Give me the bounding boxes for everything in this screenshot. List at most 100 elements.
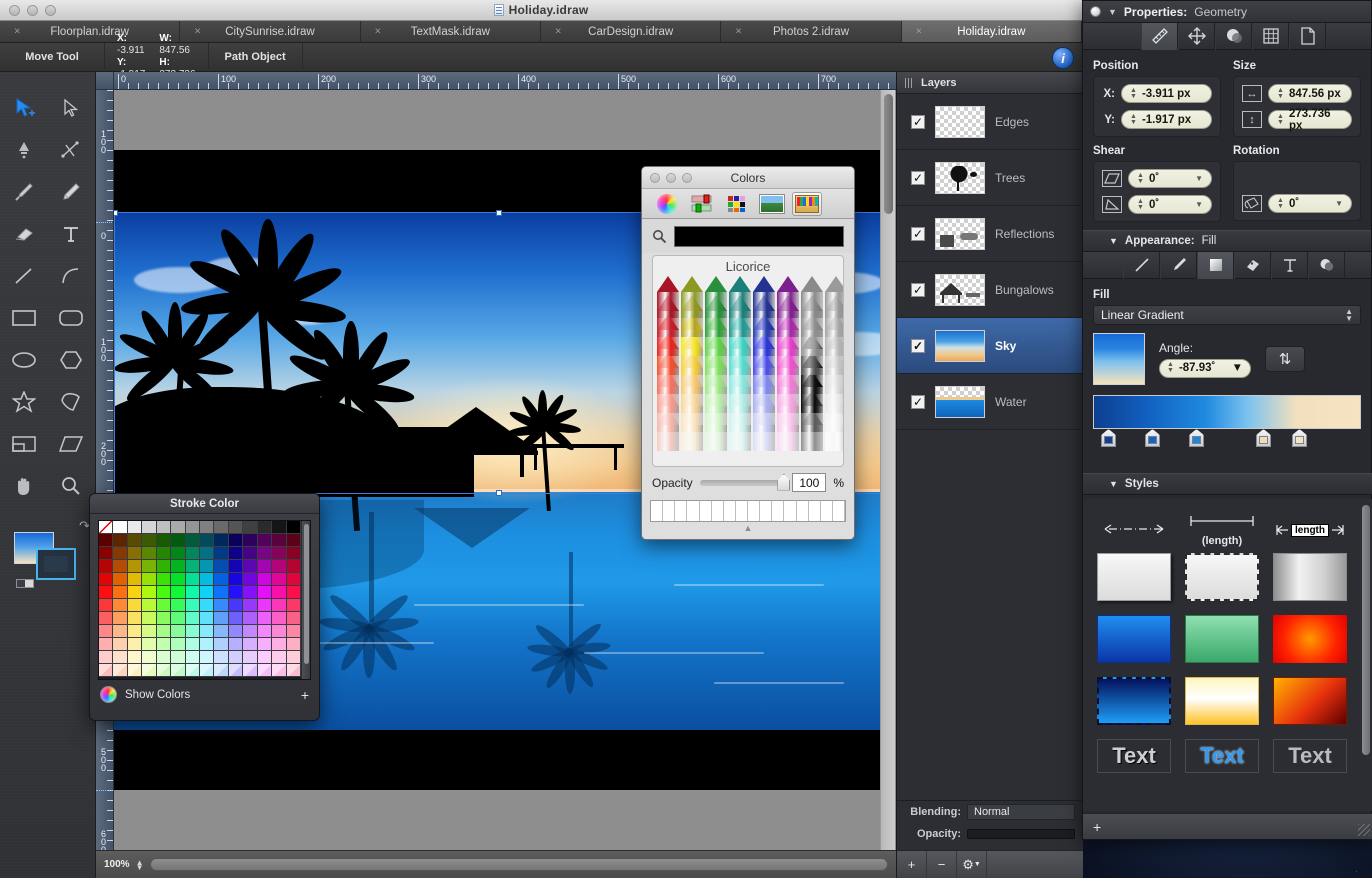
- layer-visibility-checkbox[interactable]: ✓: [911, 339, 925, 353]
- swatch-gray[interactable]: [186, 521, 200, 534]
- swatch-color[interactable]: [142, 573, 156, 586]
- swatch-color[interactable]: [142, 625, 156, 638]
- swatch-color[interactable]: [113, 547, 127, 560]
- swatch-gray[interactable]: [113, 521, 127, 534]
- swatch-color[interactable]: [157, 586, 171, 599]
- swatch-cell[interactable]: [736, 501, 748, 521]
- window-controls[interactable]: [9, 5, 56, 16]
- crayon-swatch[interactable]: [753, 276, 775, 318]
- swatch-color[interactable]: [128, 573, 142, 586]
- grid-icon[interactable]: [1252, 23, 1289, 50]
- collapse-triangle-icon[interactable]: ▼: [1109, 236, 1118, 246]
- swatch-color[interactable]: [171, 599, 185, 612]
- gradient-bar[interactable]: [1093, 395, 1361, 429]
- color-wheel-icon[interactable]: [652, 192, 682, 216]
- swatch-color[interactable]: [229, 599, 243, 612]
- crayons-icon[interactable]: [792, 192, 822, 216]
- position-y-input[interactable]: ▲ ▼ -1.917 px: [1121, 110, 1212, 129]
- zoom-tool-button[interactable]: [48, 470, 96, 502]
- swatch-color[interactable]: [229, 612, 243, 625]
- style-dimension-labeled[interactable]: length: [1273, 523, 1347, 537]
- swatch-color[interactable]: [258, 612, 272, 625]
- layer-visibility-checkbox[interactable]: ✓: [911, 171, 925, 185]
- swatch-color[interactable]: [128, 612, 142, 625]
- swatch-color[interactable]: [200, 547, 214, 560]
- selection-handle[interactable]: [496, 210, 502, 216]
- swatch-color[interactable]: [200, 651, 214, 664]
- selection-handle[interactable]: [114, 210, 118, 216]
- layer-visibility-checkbox[interactable]: ✓: [911, 283, 925, 297]
- styles-section-header[interactable]: ▼ Styles: [1083, 473, 1372, 495]
- swatch-none[interactable]: [99, 521, 113, 534]
- swatch-color[interactable]: [229, 547, 243, 560]
- swatch-color[interactable]: [258, 664, 272, 677]
- ellipse-tool-button[interactable]: [0, 344, 48, 376]
- rounded-rect-tool-button[interactable]: [48, 302, 96, 334]
- default-colors-icon[interactable]: [16, 579, 34, 588]
- fill-icon[interactable]: [1197, 252, 1234, 279]
- swatch-color[interactable]: [157, 664, 171, 677]
- swatch-color[interactable]: [128, 625, 142, 638]
- stepper-icon[interactable]: ▲ ▼: [1130, 114, 1137, 126]
- document-icon[interactable]: [1289, 23, 1326, 50]
- swatch-cell[interactable]: [833, 501, 845, 521]
- swatch-color[interactable]: [128, 547, 142, 560]
- swatch-color[interactable]: [200, 612, 214, 625]
- crayon-swatch[interactable]: [801, 276, 823, 318]
- swatch-color[interactable]: [272, 547, 286, 560]
- image-palettes-icon[interactable]: [757, 192, 787, 216]
- swatch-color[interactable]: [113, 625, 127, 638]
- style-yellow-gradient[interactable]: [1185, 677, 1259, 725]
- swatch-color[interactable]: [186, 599, 200, 612]
- swatch-color[interactable]: [200, 664, 214, 677]
- styles-scrollbar[interactable]: [1362, 505, 1370, 755]
- swatch-color[interactable]: [186, 573, 200, 586]
- tag-icon[interactable]: [1234, 252, 1271, 279]
- swatch-color[interactable]: [214, 638, 228, 651]
- rectangle-tool-button[interactable]: [0, 302, 48, 334]
- swatch-color[interactable]: [157, 612, 171, 625]
- swatch-cell[interactable]: [687, 501, 699, 521]
- swatch-color[interactable]: [128, 638, 142, 651]
- swatch-color[interactable]: [229, 625, 243, 638]
- swatch-color[interactable]: [142, 534, 156, 547]
- layer-row-edges[interactable]: ✓ Edges: [897, 94, 1082, 150]
- show-colors-button[interactable]: Show Colors: [125, 689, 190, 701]
- style-text-blue[interactable]: Text: [1185, 739, 1259, 773]
- swatch-color[interactable]: [214, 625, 228, 638]
- swatch-cell[interactable]: [760, 501, 772, 521]
- stepper-icon[interactable]: ▲ ▼: [1277, 88, 1284, 100]
- style-text-outline[interactable]: Text: [1097, 739, 1171, 773]
- swatch-color[interactable]: [113, 560, 127, 573]
- swatch-color[interactable]: [186, 586, 200, 599]
- stepper-icon[interactable]: ▲ ▼: [1167, 362, 1174, 374]
- crayon-palette[interactable]: Licorice: [652, 255, 844, 467]
- style-blue-gradient[interactable]: [1097, 615, 1171, 663]
- shear-h-input[interactable]: ▲ ▼ 0˚ ▼: [1128, 169, 1212, 188]
- minimize-button[interactable]: [27, 5, 38, 16]
- panel-grip-icon[interactable]: [905, 78, 913, 88]
- style-orange-red-gradient[interactable]: [1273, 677, 1347, 725]
- swatch-color[interactable]: [142, 599, 156, 612]
- stepper-icon[interactable]: ▲ ▼: [1137, 199, 1144, 211]
- swatch-color[interactable]: [142, 651, 156, 664]
- curved-shape-tool-button[interactable]: [48, 386, 96, 418]
- brush-icon[interactable]: [1160, 252, 1197, 279]
- swatch-color[interactable]: [157, 573, 171, 586]
- swatch-color[interactable]: [272, 651, 286, 664]
- swatch-color[interactable]: [171, 625, 185, 638]
- gradient-angle-input[interactable]: ▲ ▼ -87.93˚ ▼: [1159, 359, 1251, 378]
- swatch-color[interactable]: [157, 638, 171, 651]
- swatch-color[interactable]: [128, 651, 142, 664]
- swatch-color[interactable]: [214, 534, 228, 547]
- swatch-color[interactable]: [171, 651, 185, 664]
- swatch-color[interactable]: [287, 573, 301, 586]
- swatch-color[interactable]: [243, 586, 257, 599]
- swatch-gray[interactable]: [272, 521, 286, 534]
- text-icon[interactable]: [1271, 252, 1308, 279]
- style-darkblue-dashed[interactable]: [1097, 677, 1171, 725]
- direct-select-tool-button[interactable]: [48, 92, 96, 124]
- swatch-color[interactable]: [200, 573, 214, 586]
- swatch-color[interactable]: [229, 534, 243, 547]
- swatch-color[interactable]: [113, 612, 127, 625]
